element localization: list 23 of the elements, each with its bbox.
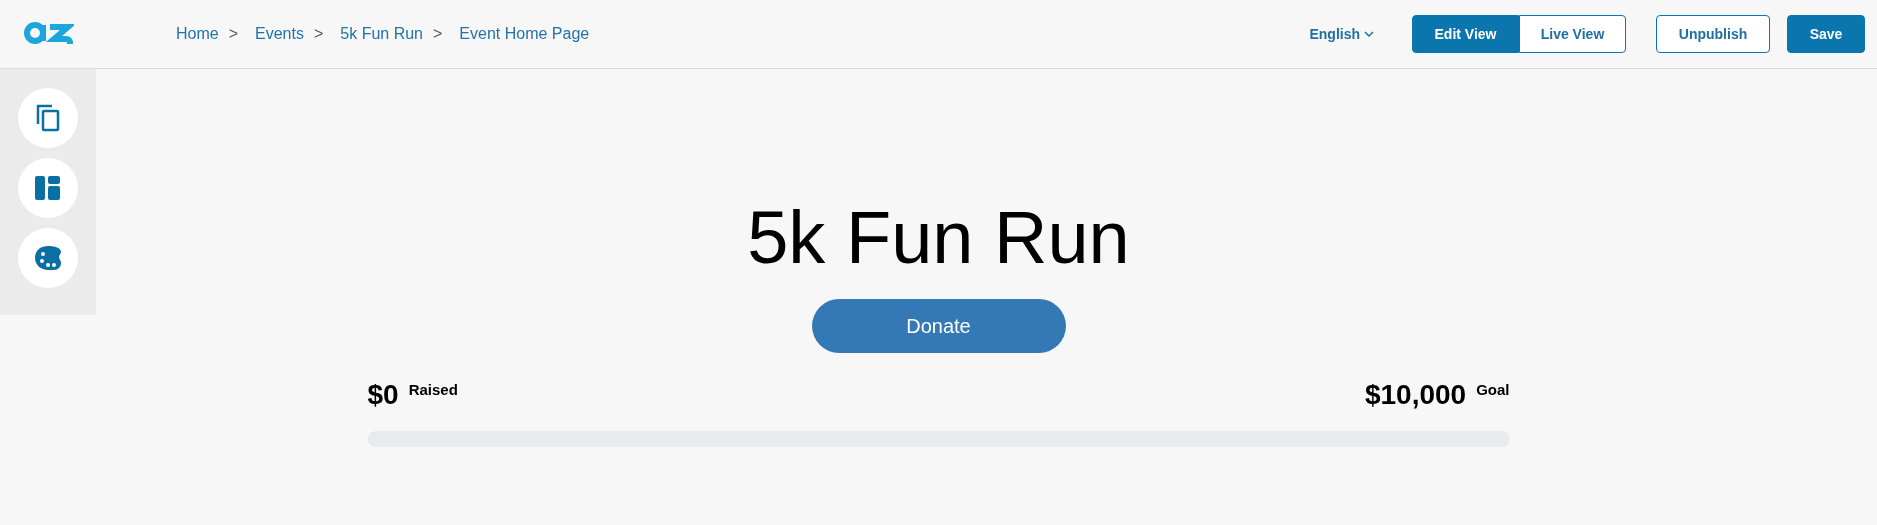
raised-amount: $0: [367, 379, 399, 411]
chevron-down-icon: [1364, 30, 1374, 38]
breadcrumb-separator: >: [228, 24, 239, 44]
breadcrumb-link[interactable]: 5k Fun Run: [340, 22, 423, 46]
donate-button[interactable]: Donate: [811, 299, 1066, 353]
breadcrumb-link[interactable]: Event Home Page: [459, 22, 590, 46]
save-button[interactable]: Save: [1787, 15, 1865, 53]
view-tab[interactable]: Live View: [1519, 15, 1626, 53]
breadcrumb-separator: >: [433, 24, 443, 44]
palette-icon: [34, 245, 62, 271]
goal-label: Goal: [1476, 380, 1510, 400]
unpublish-button[interactable]: Unpublish: [1656, 15, 1770, 53]
view-tab[interactable]: Edit View: [1412, 15, 1519, 53]
goal-amount: $10,000: [1364, 379, 1467, 411]
raised-label: Raised: [408, 380, 458, 400]
language-dropdown[interactable]: English: [1309, 23, 1374, 45]
layout-icon: [35, 175, 61, 201]
breadcrumb-link[interactable]: Home: [176, 22, 219, 46]
event-title: 5k Fun Run: [747, 195, 1130, 281]
copy-icon: [36, 104, 60, 132]
breadcrumb-link[interactable]: Events: [255, 22, 304, 46]
breadcrumb-separator: >: [313, 24, 324, 44]
logo[interactable]: [24, 21, 74, 47]
